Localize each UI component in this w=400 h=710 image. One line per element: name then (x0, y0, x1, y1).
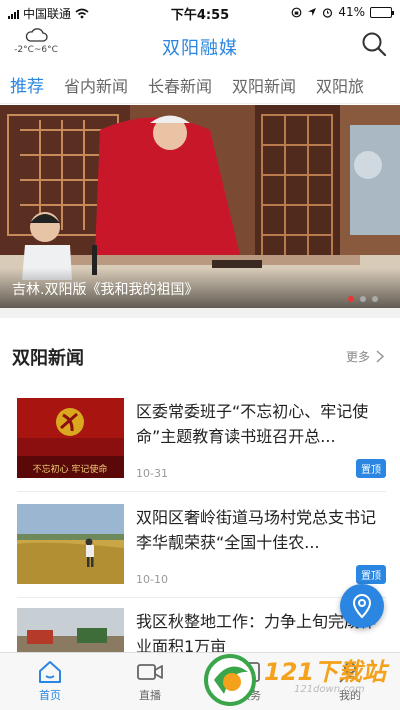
search-icon[interactable] (360, 30, 388, 58)
carousel-dot[interactable] (360, 296, 366, 302)
carousel-dot-active[interactable] (348, 296, 354, 302)
video-camera-icon (137, 664, 163, 680)
location-arrow-icon (308, 8, 317, 16)
nav-home-label: 首页 (39, 689, 61, 702)
news-thumbnail: 不忘初心 牢记使命 (17, 398, 124, 478)
section-divider (0, 308, 400, 318)
banner-caption-bar: 吉林.双阳版《我和我的祖国》 (0, 268, 400, 308)
watermark-url: 121down.com (294, 684, 365, 695)
section-header: 双阳新闻 更多 (0, 338, 400, 374)
battery-icon (370, 6, 394, 18)
carousel-dot[interactable] (372, 296, 378, 302)
alarm-icon (323, 7, 333, 18)
rotation-lock-icon (291, 7, 302, 17)
status-bar: 中国联通 下午4:55 41% (0, 0, 400, 24)
more-label: 更多 (345, 350, 370, 364)
more-link[interactable]: 更多 (346, 348, 384, 365)
nav-live[interactable]: 直播 (100, 653, 200, 710)
nav-live-label: 直播 (139, 689, 161, 702)
news-date: 10-10 (136, 573, 168, 586)
category-tabs: 推荐 省内新闻 长春新闻 双阳新闻 双阳旅 (0, 70, 400, 104)
news-headline: 区委常委班子“不忘初心、牢记使命”主题教育读书班召开总... (136, 402, 369, 446)
app-title: 双阳融媒 (162, 38, 238, 59)
home-icon (39, 661, 61, 683)
location-pin-icon (352, 593, 372, 619)
news-thumbnail (17, 608, 124, 652)
news-headline: 双阳区奢岭街道马场村党总支书记李华靓荣获“全国十佳农... (136, 508, 377, 552)
watermark-text: 121下载站 (264, 658, 387, 686)
news-date: 10-31 (136, 467, 168, 480)
pinned-badge: 置顶 (356, 459, 386, 478)
chevron-right-icon (376, 350, 384, 363)
pinned-badge: 置顶 (356, 565, 386, 584)
watermark: 121下载站 121down.com (200, 648, 395, 708)
nav-home[interactable]: 首页 (0, 653, 100, 710)
location-button[interactable] (340, 584, 384, 628)
row-divider (17, 491, 386, 492)
app-header: -2°C~6°C 双阳融媒 (0, 24, 400, 68)
banner-caption: 吉林.双阳版《我和我的祖国》 (12, 282, 199, 298)
thumbnail-slogan: 不忘初心 牢记使命 (33, 463, 108, 475)
section-title: 双阳新闻 (12, 348, 84, 369)
battery-percent: 41% (338, 5, 365, 19)
banner-carousel[interactable]: 吉林.双阳版《我和我的祖国》 (0, 105, 400, 308)
tab-changchun-news[interactable]: 长春新闻 (138, 70, 222, 103)
news-item[interactable]: 不忘初心 牢记使命 区委常委班子“不忘初心、牢记使命”主题教育读书班召开总...… (0, 398, 400, 508)
tab-provincial-news[interactable]: 省内新闻 (54, 70, 138, 103)
tab-shuangyang-news[interactable]: 双阳新闻 (222, 70, 306, 103)
tab-shuangyang-travel[interactable]: 双阳旅 (306, 70, 374, 103)
row-divider (17, 597, 386, 598)
tab-recommended[interactable]: 推荐 (0, 70, 54, 103)
carousel-indicator (348, 296, 378, 302)
news-thumbnail (17, 504, 124, 584)
app-screen: 中国联通 下午4:55 41% -2°C~6°C 双阳融媒 推荐 省内新闻 长春… (0, 0, 400, 710)
watermark-logo (204, 654, 256, 706)
